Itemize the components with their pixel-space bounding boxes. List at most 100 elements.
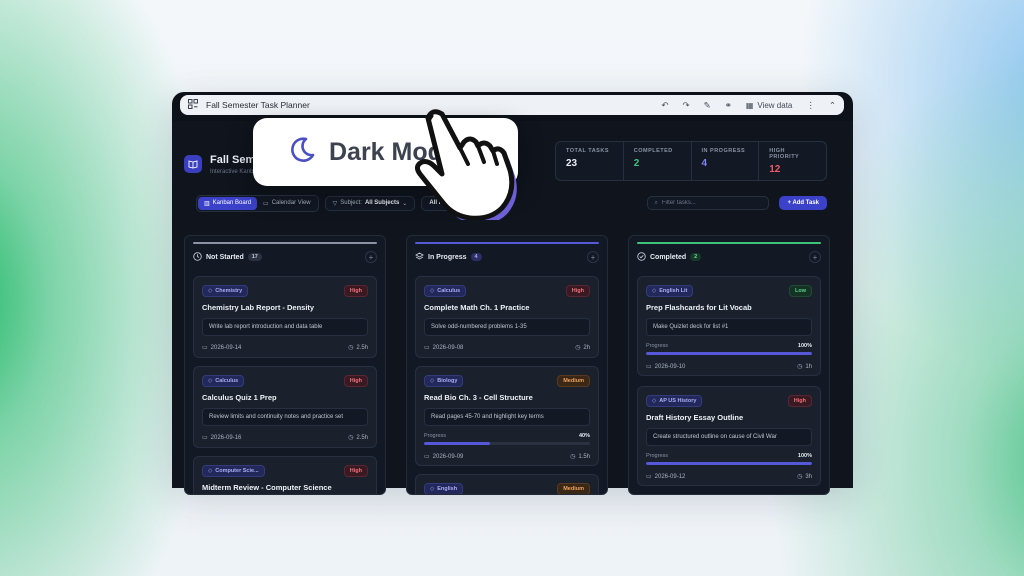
progress-value: 100% [797, 343, 812, 349]
kanban-board: Not Started 17 + ◇ Chemistry High Chemist… [184, 235, 839, 495]
progress-value: 40% [578, 433, 590, 439]
subject-tag: ◇ English [424, 483, 464, 494]
progress-label: Progress [646, 343, 669, 349]
search-input[interactable] [661, 200, 762, 206]
estimated-hours: 1.5h [578, 453, 590, 460]
task-card[interactable]: ◇ Calculus High Complete Math Ch. 1 Pract… [415, 276, 599, 358]
calendar-icon: ▭ [202, 435, 208, 441]
column-not-started: Not Started 17 + ◇ Chemistry High Chemist… [184, 235, 386, 495]
column-header: Completed 2 + [637, 250, 821, 264]
table-icon: ▦ [745, 100, 754, 110]
plus-icon: + [787, 200, 791, 206]
column-in-progress: In Progress 4 + ◇ Calculus High Complete … [406, 235, 608, 495]
column-header: In Progress 4 + [415, 250, 599, 264]
filter-icon: ▽ [332, 200, 338, 207]
link-icon[interactable]: ⚭ [725, 100, 732, 111]
task-title: Prep Flashcards for Lit Vocab [646, 303, 752, 312]
stat-value: 12 [769, 164, 781, 175]
clock-icon: ◷ [797, 364, 803, 370]
stat-value: 2 [633, 158, 640, 169]
progress-label: Progress [424, 433, 447, 439]
redo-icon[interactable]: ↷ [682, 100, 689, 111]
progress-track [424, 442, 590, 445]
progress-fill [646, 462, 812, 465]
moon-icon [287, 135, 317, 170]
priority-badge: High [343, 465, 368, 477]
due-date: 2026-09-12 [654, 473, 686, 480]
priority-badge: Medium [557, 483, 590, 494]
estimated-hours: 1h [805, 363, 812, 370]
add-card-button[interactable]: + [587, 251, 599, 263]
undo-icon[interactable]: ↶ [661, 100, 668, 111]
tag-icon: ◇ [208, 468, 213, 474]
tag-icon: ◇ [652, 398, 657, 404]
due-date: 2026-09-14 [210, 344, 242, 351]
task-description: Write lab report introduction and data t… [202, 318, 368, 336]
add-task-button[interactable]: + Add Task [779, 196, 827, 210]
layers-icon [415, 248, 424, 266]
estimated-hours: 2.5h [356, 434, 368, 441]
task-title: Read Bio Ch. 3 - Cell Structure [424, 393, 533, 402]
stat-value: 23 [566, 158, 578, 169]
widget-icon[interactable] [188, 99, 198, 111]
stats-panel: TOTAL TASKS 23 COMPLETED 2 IN PROGRESS 4… [555, 141, 827, 181]
progress-label: Progress [646, 453, 669, 459]
task-description: Read pages 45-70 and highlight key terms [424, 408, 590, 426]
add-card-button[interactable]: + [365, 251, 377, 263]
due-date: 2026-09-16 [210, 434, 242, 441]
progress-fill [424, 442, 491, 445]
priority-badge: Low [789, 285, 812, 297]
task-card[interactable]: ◇ English Medium [415, 474, 599, 494]
task-card[interactable]: ◇ Calculus High Calculus Quiz 1 Prep Revi… [193, 366, 377, 448]
book-icon [184, 155, 202, 173]
stat-completed: COMPLETED 2 [624, 142, 692, 180]
column-accent-bar [415, 242, 599, 244]
progress-value: 100% [797, 453, 812, 459]
search-icon: ⌕ [654, 199, 658, 206]
priority-badge: Medium [557, 375, 590, 387]
subject-tag: ◇ Calculus [424, 285, 467, 297]
add-card-button[interactable]: + [809, 251, 821, 263]
calendar-icon: ▭ [263, 200, 269, 207]
view-data-button[interactable]: ▦ View data [746, 101, 793, 110]
task-card[interactable]: ◇ English Lit Low Prep Flashcards for Lit… [637, 276, 821, 376]
task-description: Make Quizlet deck for list #1 [646, 318, 812, 336]
stat-total: TOTAL TASKS 23 [556, 142, 624, 180]
task-title: Calculus Quiz 1 Prep [202, 393, 277, 402]
column-count: 2 [690, 253, 702, 261]
collapse-icon[interactable]: ⌃ [829, 100, 836, 111]
progress-track [646, 462, 812, 465]
task-title: Midterm Review - Computer Science [202, 483, 332, 492]
task-card[interactable]: ◇ Computer Scie... High Midterm Review - … [193, 456, 377, 494]
calendar-icon: ▭ [424, 454, 430, 460]
subject-tag: ◇ Biology [424, 375, 464, 387]
subject-tag: ◇ English Lit [646, 285, 694, 297]
tag-icon: ◇ [652, 288, 657, 294]
estimated-hours: 2h [583, 344, 590, 351]
column-header: Not Started 17 + [193, 250, 377, 264]
column-accent-bar [637, 242, 821, 244]
tag-icon: ◇ [208, 288, 213, 294]
edit-icon[interactable]: ✎ [704, 100, 711, 111]
columns-icon: ▥ [204, 200, 210, 207]
priority-badge: High [565, 285, 590, 297]
progress-track [646, 352, 812, 355]
priority-badge: High [787, 395, 812, 407]
calendar-icon: ▭ [424, 345, 430, 351]
more-icon[interactable]: ⋮ [806, 100, 815, 111]
check-circle-icon [637, 248, 646, 266]
task-description: Create structured outline on cause of Ci… [646, 428, 812, 446]
tag-icon: ◇ [430, 486, 435, 492]
progress-fill [646, 352, 812, 355]
subject-tag: ◇ AP US History [646, 395, 703, 407]
task-card[interactable]: ◇ AP US History High Draft History Essay … [637, 386, 821, 486]
subject-tag: ◇ Chemistry [202, 285, 249, 297]
task-card[interactable]: ◇ Biology Medium Read Bio Ch. 3 - Cell St… [415, 366, 599, 466]
column-completed: Completed 2 + ◇ English Lit Low Prep Flas… [628, 235, 830, 495]
tab-calendar-view[interactable]: ▭ Calendar View [257, 197, 317, 210]
stat-value: 4 [701, 158, 708, 169]
search-box[interactable]: ⌕ [647, 196, 770, 210]
stat-in-progress: IN PROGRESS 4 [692, 142, 760, 180]
tab-kanban-board[interactable]: ▥ Kanban Board [198, 196, 258, 210]
task-card[interactable]: ◇ Chemistry High Chemistry Lab Report - D… [193, 276, 377, 358]
